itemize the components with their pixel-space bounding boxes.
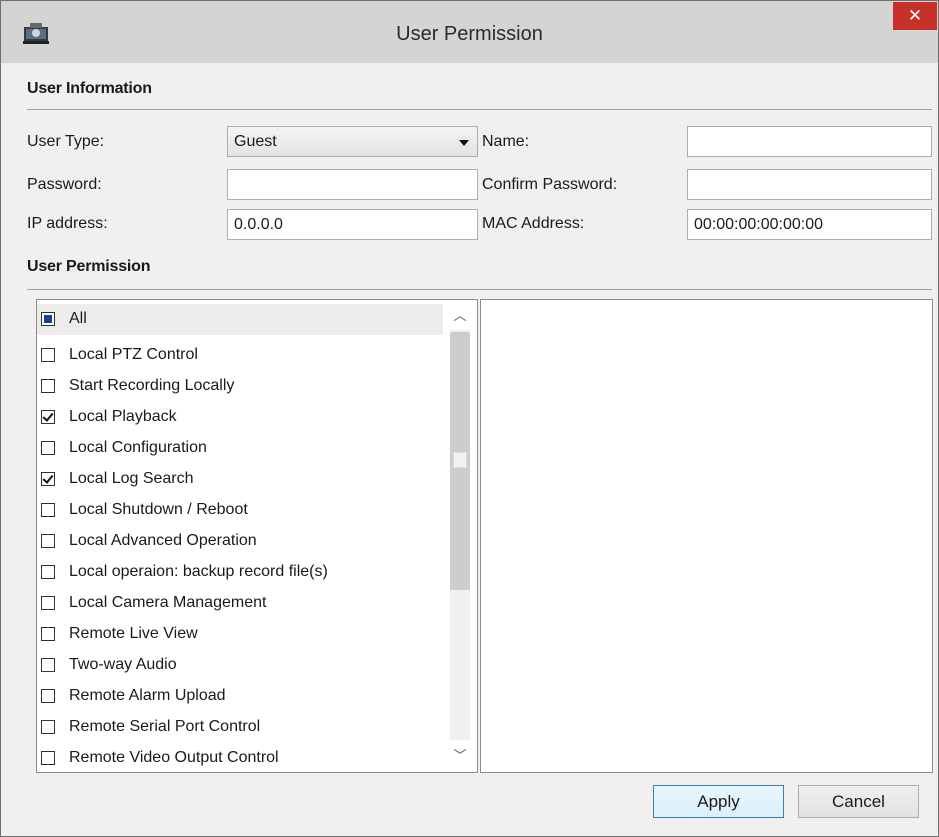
- permission-label: Two-way Audio: [69, 656, 177, 673]
- permission-label: Remote Live View: [69, 625, 198, 642]
- permission-checkbox[interactable]: [41, 534, 55, 548]
- apply-button[interactable]: Apply: [653, 785, 784, 818]
- title-bar[interactable]: User Permission ✕: [1, 1, 938, 63]
- window-title: User Permission: [396, 23, 543, 45]
- permission-label: Local Playback: [69, 408, 177, 425]
- permission-label: Local Configuration: [69, 439, 207, 456]
- permission-row[interactable]: Local Playback: [37, 402, 443, 433]
- permission-label: Start Recording Locally: [69, 377, 235, 394]
- permission-row[interactable]: Remote Video Output Control: [37, 743, 443, 772]
- permission-label: Local Shutdown / Reboot: [69, 501, 248, 518]
- permission-checkbox[interactable]: [41, 751, 55, 765]
- permission-row[interactable]: Remote Alarm Upload: [37, 681, 443, 712]
- vertical-scrollbar[interactable]: ︿ ﹀: [443, 300, 477, 772]
- permission-label: Local Log Search: [69, 470, 194, 487]
- permission-row[interactable]: Remote Live View: [37, 619, 443, 650]
- permission-checkbox[interactable]: [41, 348, 55, 362]
- user-information-heading: User Information: [27, 80, 152, 97]
- permission-all-row[interactable]: All: [37, 304, 443, 335]
- name-label: Name:: [482, 133, 530, 150]
- ip-address-input[interactable]: 0.0.0.0: [227, 209, 478, 240]
- all-label: All: [69, 310, 87, 327]
- permission-label: Remote Video Output Control: [69, 749, 279, 766]
- permission-row[interactable]: Local operaion: backup record file(s): [37, 557, 443, 588]
- permission-row[interactable]: Remote Serial Port Control: [37, 712, 443, 743]
- password-label: Password:: [27, 176, 102, 193]
- permission-checkbox[interactable]: [41, 689, 55, 703]
- section-divider: [27, 289, 932, 290]
- permission-label: Remote Alarm Upload: [69, 687, 226, 704]
- permission-checkbox[interactable]: [41, 720, 55, 734]
- password-input[interactable]: [227, 169, 478, 200]
- user-permission-heading: User Permission: [27, 258, 151, 275]
- permission-row[interactable]: Start Recording Locally: [37, 371, 443, 402]
- user-type-select[interactable]: Guest: [227, 126, 478, 157]
- permission-checkbox[interactable]: [41, 472, 55, 486]
- mac-address-input[interactable]: 00:00:00:00:00:00: [687, 209, 932, 240]
- user-permission-dialog: User Permission ✕ User Information User …: [0, 0, 939, 837]
- dropdown-arrow-icon: [459, 140, 469, 146]
- permission-checkbox[interactable]: [41, 441, 55, 455]
- confirm-password-label: Confirm Password:: [482, 176, 618, 193]
- dialog-content: User Information User Type: Guest Name: …: [10, 63, 933, 829]
- scrollbar-grip: [453, 452, 467, 468]
- scroll-up-arrow-icon[interactable]: ︿: [443, 302, 477, 330]
- permission-list[interactable]: All Local PTZ Control Start Recording Loc…: [36, 299, 478, 773]
- name-input[interactable]: [687, 126, 932, 157]
- permission-label: Local Camera Management: [69, 594, 267, 611]
- permission-row[interactable]: Two-way Audio: [37, 650, 443, 681]
- permission-row[interactable]: Local Camera Management: [37, 588, 443, 619]
- confirm-password-input[interactable]: [687, 169, 932, 200]
- permission-checkbox[interactable]: [41, 596, 55, 610]
- all-checkbox[interactable]: [41, 312, 55, 326]
- mac-address-label: MAC Address:: [482, 215, 585, 232]
- user-type-label: User Type:: [27, 133, 105, 150]
- permission-label: Local operaion: backup record file(s): [69, 563, 328, 580]
- permission-label: Local Advanced Operation: [69, 532, 257, 549]
- permission-row[interactable]: Local Log Search: [37, 464, 443, 495]
- ip-address-label: IP address:: [27, 215, 108, 232]
- permission-checkbox[interactable]: [41, 379, 55, 393]
- permission-label: Local PTZ Control: [69, 346, 198, 363]
- permission-row[interactable]: Local Shutdown / Reboot: [37, 495, 443, 526]
- permission-checkbox[interactable]: [41, 410, 55, 424]
- section-divider: [27, 109, 932, 110]
- permission-row[interactable]: Local Configuration: [37, 433, 443, 464]
- user-type-value: Guest: [234, 133, 277, 150]
- permission-detail-pane[interactable]: [480, 299, 933, 773]
- permission-checkbox[interactable]: [41, 503, 55, 517]
- scroll-down-arrow-icon[interactable]: ﹀: [443, 742, 477, 770]
- permission-row[interactable]: Local Advanced Operation: [37, 526, 443, 557]
- permission-row[interactable]: Local PTZ Control: [37, 340, 443, 371]
- permission-label: Remote Serial Port Control: [69, 718, 261, 735]
- cancel-button[interactable]: Cancel: [798, 785, 919, 818]
- permission-checkbox[interactable]: [41, 658, 55, 672]
- close-button[interactable]: ✕: [893, 2, 937, 30]
- permission-checkbox[interactable]: [41, 627, 55, 641]
- permission-checkbox[interactable]: [41, 565, 55, 579]
